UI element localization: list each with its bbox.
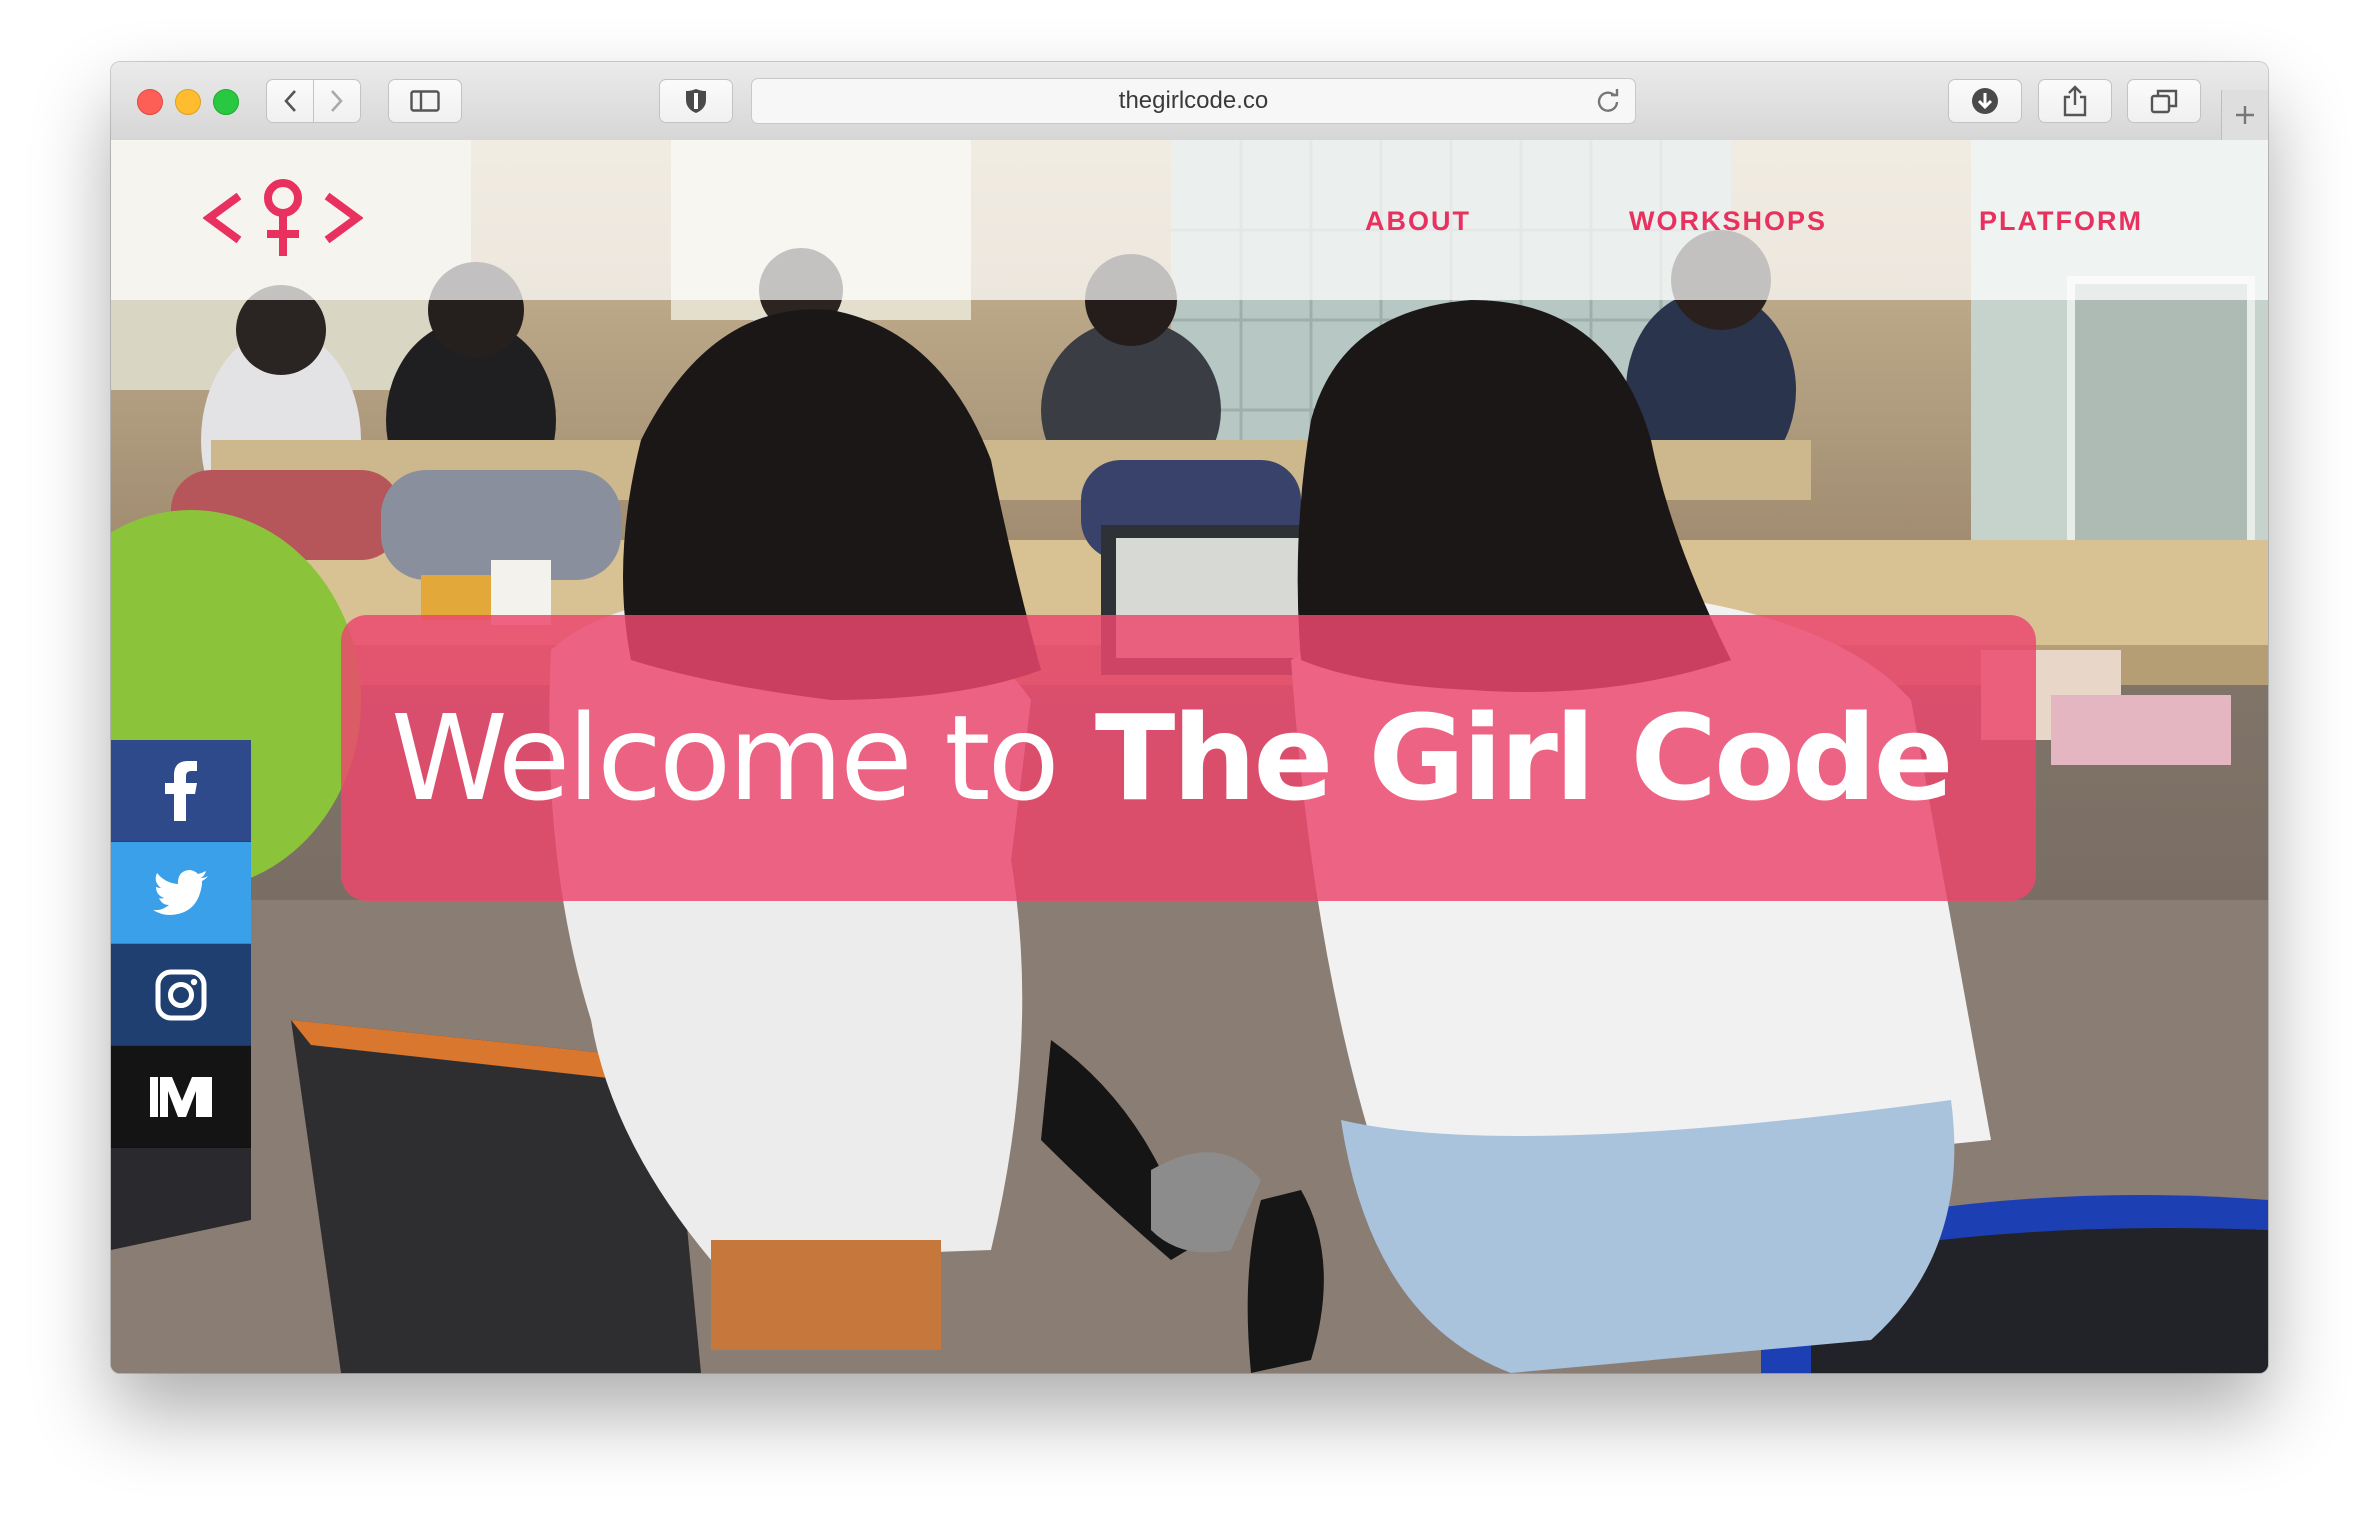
- plus-icon: [2236, 106, 2254, 124]
- chevron-left-icon: [284, 90, 296, 112]
- reload-icon[interactable]: [1595, 88, 1621, 114]
- tabs-overview-button[interactable]: [2127, 79, 2201, 123]
- hero-title-bold: The Girl Code: [1094, 689, 1954, 827]
- twitter-button[interactable]: [111, 842, 251, 944]
- privacy-report-button[interactable]: [659, 79, 733, 123]
- browser-window: thegirlcode.co ABOUT WORKSHOPS PLATFORM …: [111, 62, 2268, 1373]
- share-button[interactable]: [2038, 79, 2112, 123]
- webpage: ABOUT WORKSHOPS PLATFORM Welcome to The …: [111, 140, 2268, 1373]
- facebook-icon: [165, 760, 197, 821]
- downloads-button[interactable]: [1948, 79, 2022, 123]
- address-bar[interactable]: thegirlcode.co: [751, 78, 1636, 124]
- hero-title-light: Welcome to: [391, 689, 1060, 827]
- medium-icon: [150, 1076, 212, 1117]
- site-navbar: ABOUT WORKSHOPS PLATFORM: [111, 140, 2268, 300]
- instagram-button[interactable]: [111, 944, 251, 1046]
- nav-platform-link[interactable]: PLATFORM: [1979, 206, 2143, 237]
- chevron-right-icon: [331, 90, 343, 112]
- nav-workshops-link[interactable]: WORKSHOPS: [1629, 206, 1827, 237]
- minimize-window-button[interactable]: [175, 89, 201, 115]
- shield-icon: [686, 89, 706, 113]
- hero-title: Welcome to The Girl Code: [391, 699, 1954, 817]
- browser-toolbar: thegirlcode.co: [111, 62, 2268, 141]
- tabs-icon: [2150, 89, 2178, 114]
- venus-code-logo-icon: [202, 179, 364, 256]
- forward-button[interactable]: [313, 79, 361, 123]
- instagram-icon: [155, 969, 207, 1020]
- sidebar-toggle-button[interactable]: [388, 79, 462, 123]
- close-window-button[interactable]: [137, 89, 163, 115]
- medium-button[interactable]: [111, 1046, 251, 1148]
- the-girl-code-logo[interactable]: [202, 178, 364, 263]
- url-text: thegirlcode.co: [1118, 87, 1269, 114]
- nav-about-link[interactable]: ABOUT: [1365, 206, 1471, 237]
- facebook-button[interactable]: [111, 740, 251, 842]
- social-sidebar: [111, 740, 251, 1148]
- download-icon: [1972, 88, 1998, 114]
- hero-banner: Welcome to The Girl Code: [341, 615, 2036, 901]
- new-tab-button[interactable]: [2221, 90, 2268, 140]
- zoom-window-button[interactable]: [213, 89, 239, 115]
- share-icon: [2063, 85, 2087, 117]
- sidebar-icon: [410, 90, 440, 112]
- back-button[interactable]: [266, 79, 314, 123]
- twitter-icon: [153, 869, 208, 915]
